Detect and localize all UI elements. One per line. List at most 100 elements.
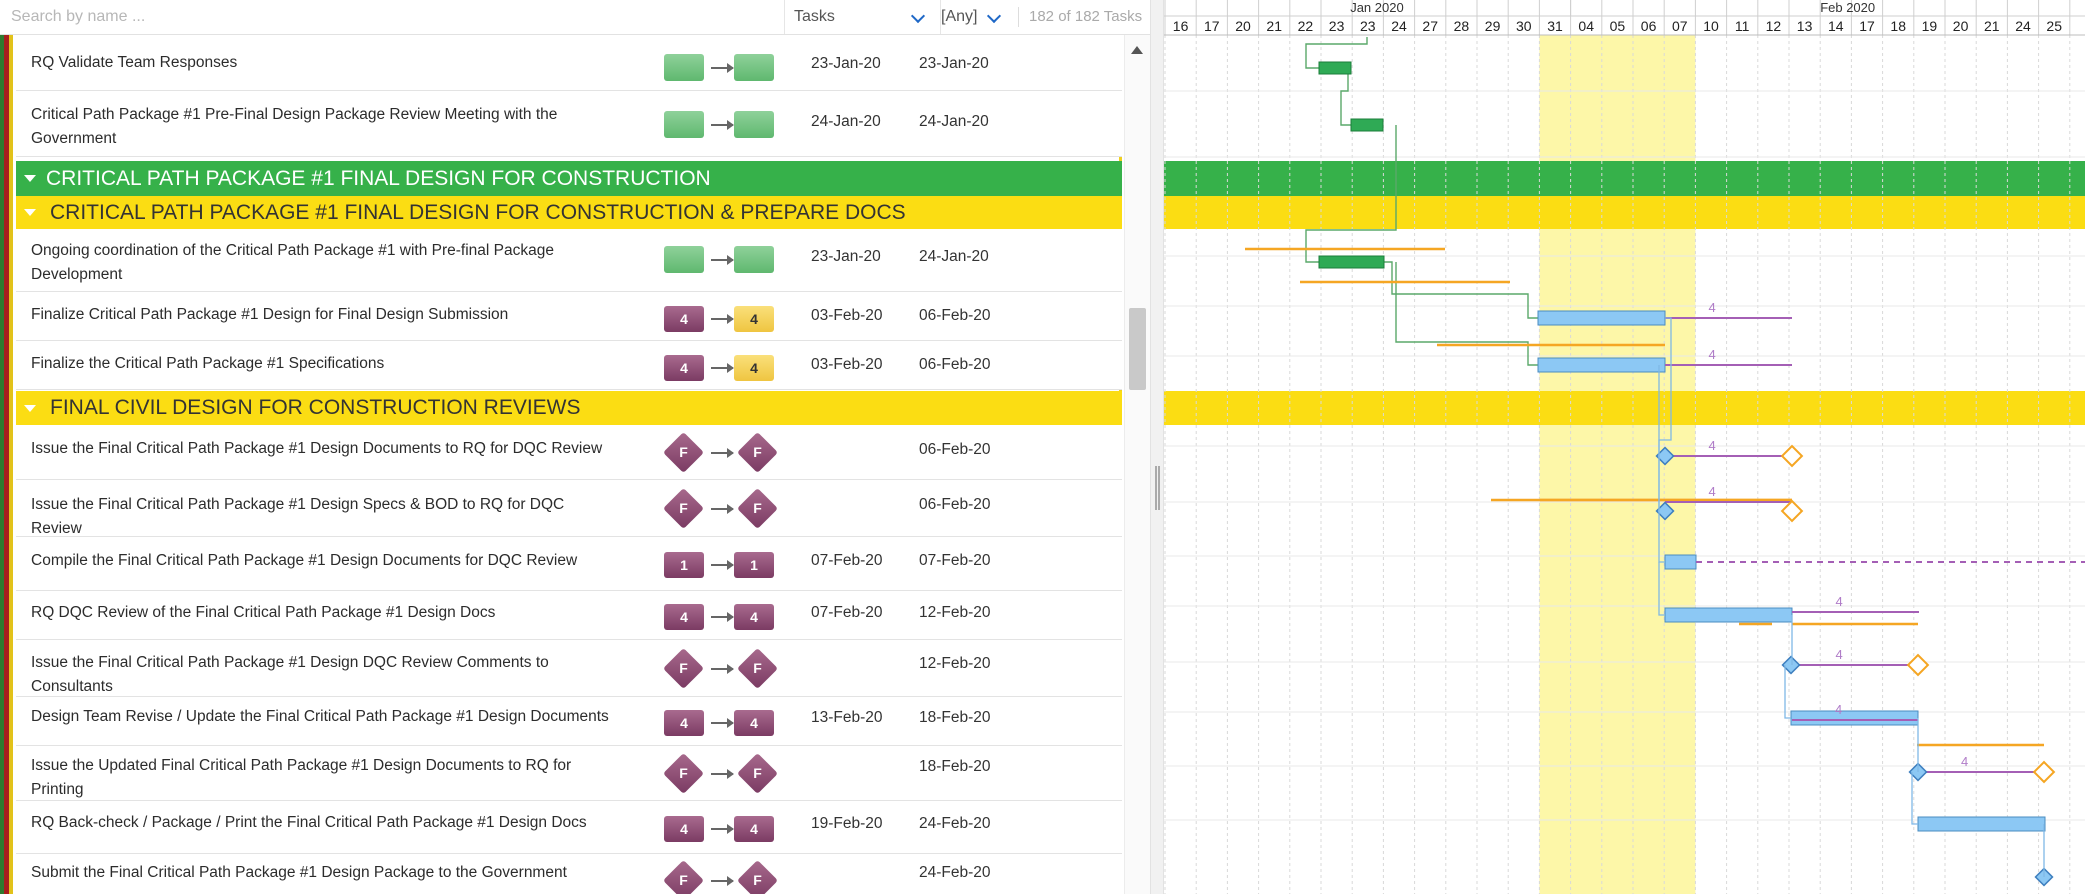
task-name: RQ Back-check / Package / Print the Fina… <box>31 814 587 831</box>
baseline-milestone <box>2032 760 2056 784</box>
task-row[interactable]: Issue the Updated Final Critical Path Pa… <box>16 746 1122 801</box>
milestone-badge: F <box>736 431 779 474</box>
task-row[interactable]: Issue the Final Critical Path Package #1… <box>16 425 1122 480</box>
day-label: 17 <box>1204 18 1220 34</box>
task-count: 182 of 182 Tasks <box>1029 8 1143 25</box>
arrow-icon <box>711 363 734 373</box>
task-row[interactable]: RQ Validate Team Responses 23-Jan-20 23-… <box>16 35 1122 91</box>
day-label: 11 <box>1735 18 1750 34</box>
task-name: Issue the Updated Final Critical Path Pa… <box>31 757 572 798</box>
task-bar <box>1790 710 1919 726</box>
task-name: Issue the Final Critical Path Package #1… <box>31 440 603 457</box>
type-filter-dropdown[interactable]: Tasks <box>786 0 941 34</box>
day-label: 07 <box>1672 18 1688 34</box>
dependency-line <box>1384 261 1538 319</box>
arrow-icon <box>711 664 734 674</box>
milestone-badge: F <box>736 752 779 795</box>
task-bar <box>1917 816 2046 832</box>
task-row[interactable]: Issue the Final Critical Path Package #1… <box>16 640 1122 697</box>
scrollbar-thumb[interactable] <box>1129 308 1146 390</box>
arrow-icon <box>711 63 734 73</box>
finish-date: 24-Jan-20 <box>919 248 989 265</box>
task-row[interactable]: Finalize Critical Path Package #1 Design… <box>16 292 1122 341</box>
task-row[interactable]: Critical Path Package #1 Pre-Final Desig… <box>16 91 1122 157</box>
arrow-icon <box>711 718 734 728</box>
day-label: 25 <box>2046 18 2062 34</box>
milestone-label: F <box>679 872 688 888</box>
task-name: Issue the Final Critical Path Package #1… <box>31 496 565 537</box>
task-row[interactable]: Design Team Revise / Update the Final Cr… <box>16 697 1122 746</box>
day-label: 20 <box>1235 18 1251 34</box>
task-row[interactable]: Compile the Final Critical Path Package … <box>16 537 1122 591</box>
section-header[interactable]: CRITICAL PATH PACKAGE #1 FINAL DESIGN FO… <box>16 196 1122 229</box>
arrow-icon <box>711 448 734 458</box>
type-filter-value: Tasks <box>794 8 835 25</box>
section-header[interactable]: CRITICAL PATH PACKAGE #1 FINAL DESIGN FO… <box>16 161 1122 196</box>
milestone-badge: F <box>662 859 705 894</box>
day-label: 31 <box>1547 18 1563 34</box>
collapse-icon <box>24 209 36 216</box>
arrow-icon <box>711 120 734 130</box>
arrow-icon <box>711 612 734 622</box>
gantt-canvas: Jan 2020 Feb 2020 16 17 20 21 22 23 23 24 27 28 29 30… <box>1164 0 2085 894</box>
pane-splitter[interactable] <box>1150 0 1164 894</box>
day-label: 19 <box>1922 18 1938 34</box>
milestone-badge: F <box>736 487 779 530</box>
baseline-milestone <box>1780 499 1804 523</box>
task-bar <box>1664 554 1697 570</box>
section-band <box>1164 161 2085 196</box>
task-name: Submit the Final Critical Path Package #… <box>31 864 567 881</box>
search-input[interactable] <box>0 0 785 34</box>
milestone-badge: F <box>662 431 705 474</box>
task-row[interactable]: RQ Back-check / Package / Print the Fina… <box>16 801 1122 854</box>
splitter-grip-icon[interactable] <box>1155 466 1160 510</box>
task-name: Critical Path Package #1 Pre-Final Desig… <box>31 106 558 147</box>
milestone-label: F <box>679 444 688 460</box>
day-label: 23 <box>1329 18 1345 34</box>
day-label: 10 <box>1703 18 1719 34</box>
task-row[interactable]: Submit the Final Critical Path Package #… <box>16 854 1122 894</box>
task-row[interactable]: Ongoing coordination of the Critical Pat… <box>16 229 1122 292</box>
task-row[interactable]: Issue the Final Critical Path Package #1… <box>16 480 1122 537</box>
milestone-badge: F <box>662 487 705 530</box>
day-label: 05 <box>1610 18 1626 34</box>
task-bar <box>1537 310 1666 326</box>
section-title: CRITICAL PATH PACKAGE #1 FINAL DESIGN FO… <box>50 201 906 224</box>
value-filter-dropdown[interactable]: [Any] <box>933 0 1013 34</box>
successor-badge <box>734 111 774 138</box>
float-label: 4 <box>1835 702 1842 717</box>
float-label: 4 <box>1836 647 1843 662</box>
milestone-badge: F <box>662 647 705 690</box>
day-label: 29 <box>1485 18 1501 34</box>
scroll-up-icon[interactable] <box>1131 46 1143 54</box>
finish-date: 12-Feb-20 <box>919 655 991 672</box>
task-name: Compile the Final Critical Path Package … <box>31 552 578 569</box>
task-name: Finalize Critical Path Package #1 Design… <box>31 306 509 323</box>
duration-badge: 4 <box>664 710 704 736</box>
day-label: 22 <box>1298 18 1314 34</box>
day-label: 12 <box>1766 18 1782 34</box>
predecessor-badge <box>664 111 704 138</box>
day-label: 18 <box>1890 18 1906 34</box>
task-row[interactable]: RQ DQC Review of the Final Critical Path… <box>16 591 1122 640</box>
finish-date: 24-Feb-20 <box>919 815 991 832</box>
milestone-badge: F <box>662 752 705 795</box>
finish-date: 18-Feb-20 <box>919 758 991 775</box>
successor-badge <box>734 54 774 81</box>
task-bar <box>1537 357 1666 373</box>
day-label: 23 <box>1360 18 1376 34</box>
value-filter-value: [Any] <box>941 8 978 25</box>
start-date: 03-Feb-20 <box>811 307 883 324</box>
gantt-chart: Jan 2020 Feb 2020 16 17 20 21 22 23 23 24 27 28 29 30… <box>1164 0 2085 894</box>
duration-badge: 4 <box>664 306 704 332</box>
month-label: Feb 2020 <box>1820 0 1875 15</box>
section-header[interactable]: FINAL CIVIL DESIGN FOR CONSTRUCTION REVI… <box>16 391 1122 425</box>
start-date: 24-Jan-20 <box>811 113 881 130</box>
float-label: 4 <box>1836 594 1843 609</box>
day-label: 21 <box>1984 18 2000 34</box>
duration-badge: 4 <box>664 355 704 381</box>
task-row[interactable]: Finalize the Critical Path Package #1 Sp… <box>16 341 1122 390</box>
start-date: 13-Feb-20 <box>811 709 883 726</box>
start-date: 07-Feb-20 <box>811 604 883 621</box>
grid-scrollbar[interactable] <box>1124 35 1150 894</box>
